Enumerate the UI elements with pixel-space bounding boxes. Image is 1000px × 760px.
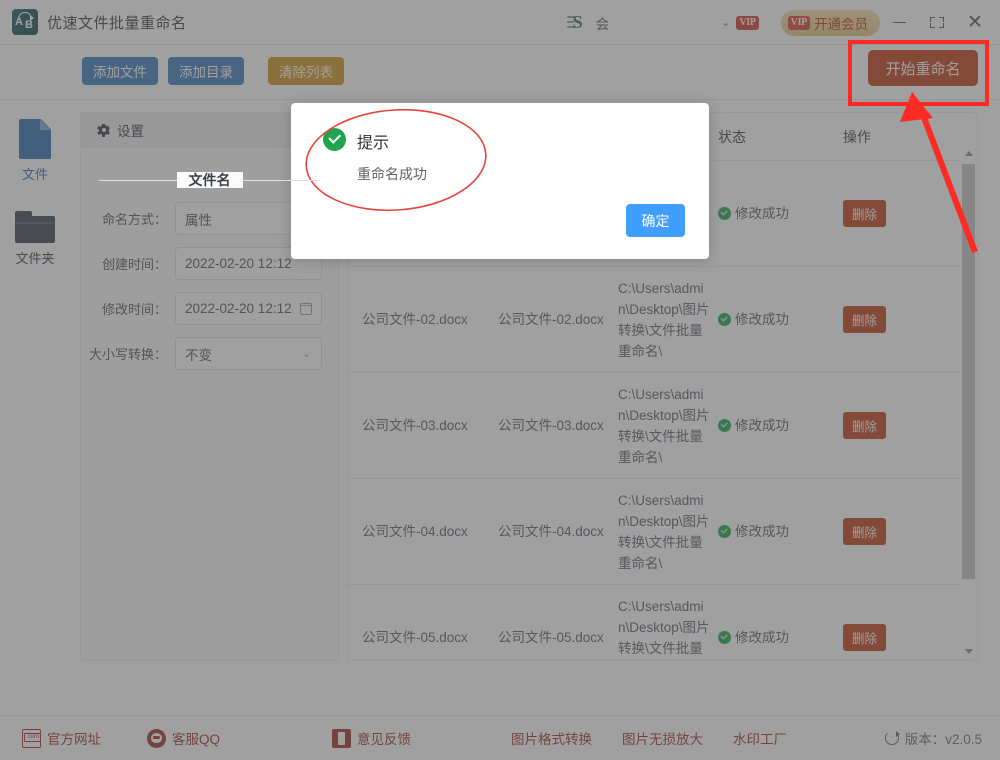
success-check-icon (323, 128, 346, 151)
success-dialog: 提示 重命名成功 确定 (291, 103, 709, 259)
dialog-message: 重命名成功 (357, 166, 427, 182)
dialog-confirm-button[interactable]: 确定 (626, 204, 685, 237)
dialog-title: 提示 (357, 135, 390, 152)
settings-section-title-label: 文件名 (176, 172, 243, 188)
